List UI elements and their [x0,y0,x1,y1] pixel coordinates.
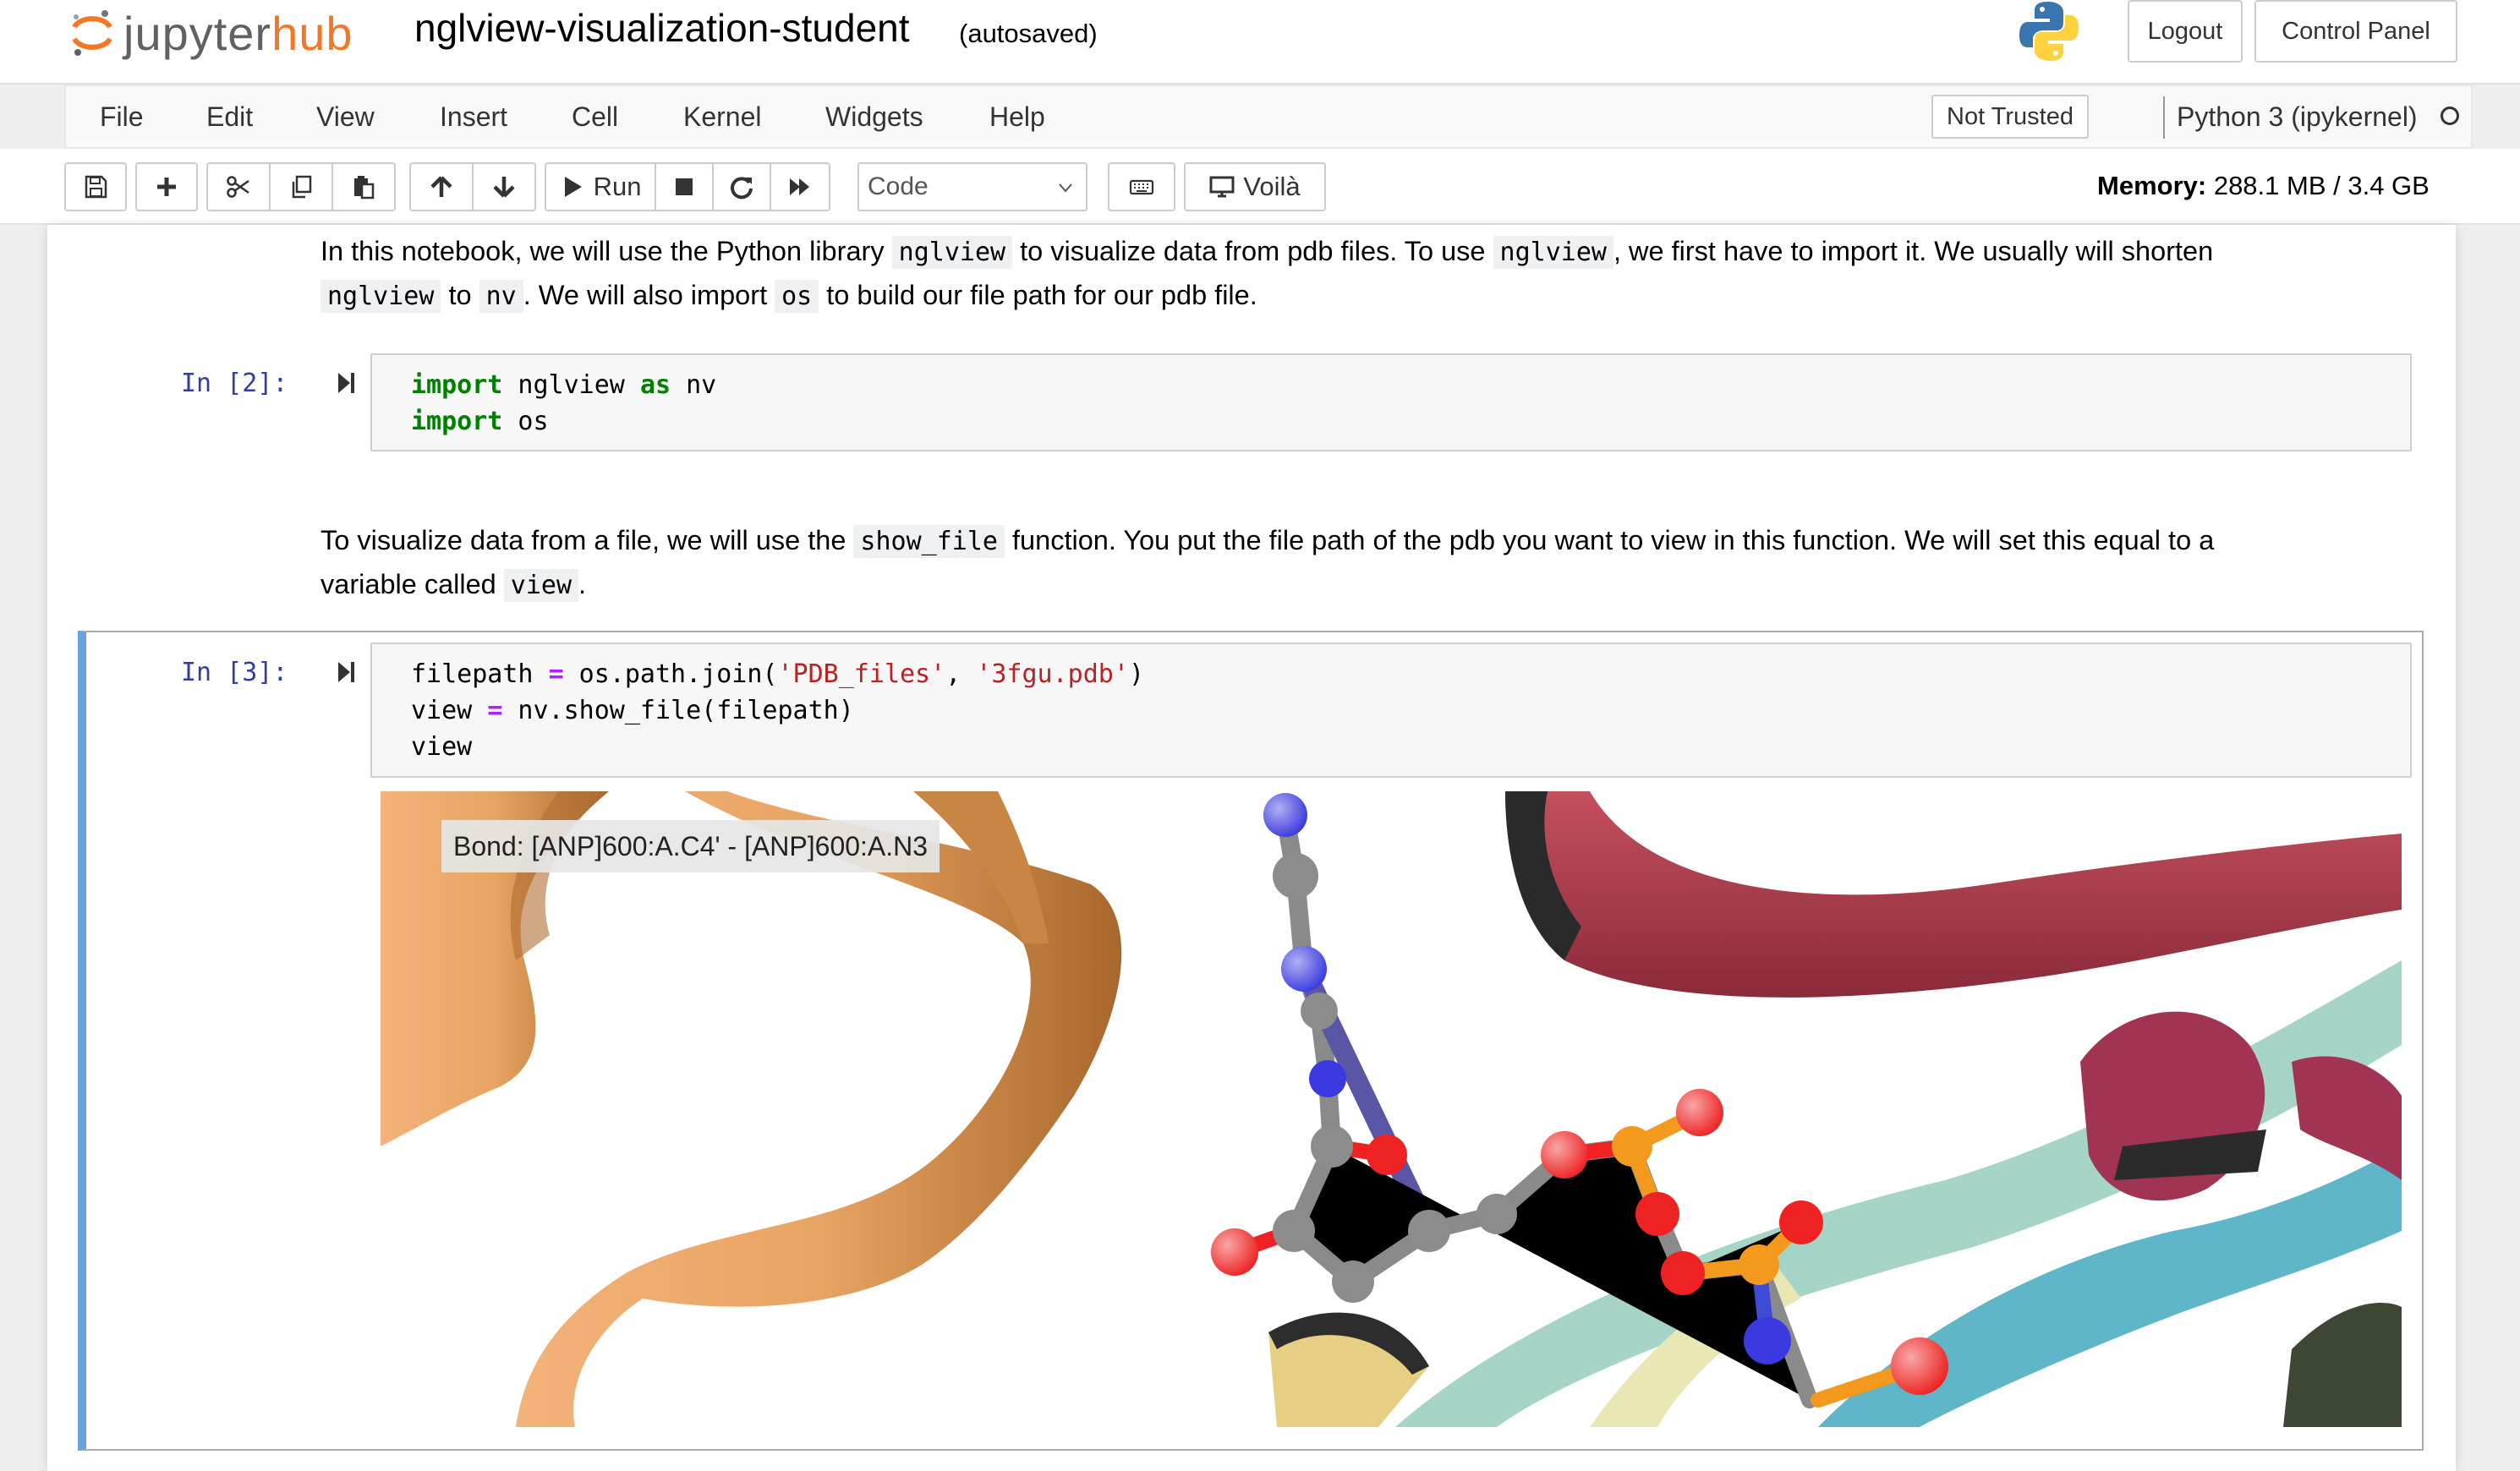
chevron-down-icon [1059,183,1072,193]
keyboard-group [1108,162,1175,211]
save-group [64,162,127,211]
save-icon [85,175,107,199]
keyboard-icon [1129,179,1154,195]
menu-widgets[interactable]: Widgets [825,101,923,133]
python-logo-icon [2019,2,2079,61]
inline-code: nglview [320,280,441,313]
code-editor[interactable]: filepath = os.path.join('PDB_files', '3f… [370,643,2412,778]
voila-button[interactable]: Voilà [1184,162,1326,211]
notebook-title[interactable]: nglview-visualization-student [414,5,910,51]
run-label: Run [593,172,642,201]
run-group: Run [545,162,830,211]
menu-file[interactable]: File [100,101,144,133]
code-editor[interactable]: import nglview as nv import os [370,353,2412,451]
voila-label: Voilà [1243,172,1301,201]
monitor-icon [1209,176,1235,198]
move-down-button[interactable] [472,162,536,211]
markdown-cell-intro[interactable]: In this notebook, we will use the Python… [320,230,2435,318]
menu-view[interactable]: View [316,101,375,133]
logout-button[interactable]: Logout [2128,0,2243,63]
menu-cell[interactable]: Cell [572,101,618,133]
interrupt-button[interactable] [655,162,714,211]
kernel-separator [2163,96,2165,139]
restart-icon [731,177,753,200]
clipboard-group [206,162,396,211]
notebook-container: In this notebook, we will use the Python… [47,225,2456,1471]
run-cell-icon[interactable] [337,659,359,685]
menu-edit[interactable]: Edit [206,101,253,133]
cell-type-select[interactable]: Code [857,162,1087,211]
menu-insert[interactable]: Insert [440,101,507,133]
nglview-molecule-viewer[interactable] [381,791,2402,1427]
run-button[interactable]: Run [545,162,656,211]
header: jupyterhub nglview-visualization-student… [0,0,2520,85]
move-group [409,162,536,211]
cut-button[interactable] [206,162,271,211]
plus-icon [157,178,176,196]
markdown-cell-show-file[interactable]: To visualize data from a file, we will u… [320,519,2435,607]
save-button[interactable] [64,162,127,211]
memory-usage: Memory: 288.1 MB / 3.4 GB [2097,171,2430,200]
kernel-idle-indicator [2441,107,2459,125]
helix-red-top [1505,791,2402,998]
input-prompt: In [2]: [181,369,288,398]
autosave-status: (autosaved) [959,19,1098,48]
insert-cell-button[interactable] [135,162,198,211]
insert-group [135,162,198,211]
input-prompt: In [3]: [181,658,288,687]
toolbar: Run Code Voilà Memory: 288.1 MB / 3.4 GB [0,149,2520,225]
move-up-button[interactable] [409,162,474,211]
run-cell-icon[interactable] [337,370,359,396]
restart-run-all-button[interactable] [770,162,830,211]
jupyterhub-logo[interactable]: jupyterhub [71,3,353,63]
inline-code: os [775,280,819,313]
cut-icon [227,176,249,198]
menu-kernel[interactable]: Kernel [683,101,762,133]
inline-code: nv [479,280,523,313]
voila-group: Voilà [1184,162,1326,211]
copy-icon [292,175,312,199]
stop-icon [676,178,693,195]
not-trusted-button[interactable]: Not Trusted [1931,95,2089,139]
arrow-down-icon [493,177,515,198]
cell-type-value: Code [868,172,929,200]
kernel-name[interactable]: Python 3 (ipykernel) [2177,101,2418,133]
menu-help[interactable]: Help [989,101,1045,133]
play-icon [564,177,582,197]
brand-text: jupyterhub [123,6,353,60]
inline-code: nglview [1493,236,1613,269]
copy-button[interactable] [269,162,333,211]
fast-forward-icon [790,178,809,195]
command-palette-button[interactable] [1108,162,1175,211]
restart-button[interactable] [712,162,771,211]
paste-icon [354,176,375,200]
inline-code: show_file [853,525,1005,558]
bond-tooltip: Bond: [ANP]600:A.C4' - [ANP]600:A.N3 [441,820,940,872]
paste-button[interactable] [331,162,396,211]
inline-code: nglview [891,236,1013,269]
sheet-dark-green [2283,1303,2402,1427]
menubar: File Edit View Insert Cell Kernel Widget… [64,85,2473,149]
arrow-up-icon [430,176,452,197]
jupyter-logo-icon [72,10,112,56]
inline-code: view [503,569,579,602]
control-panel-button[interactable]: Control Panel [2254,0,2457,63]
